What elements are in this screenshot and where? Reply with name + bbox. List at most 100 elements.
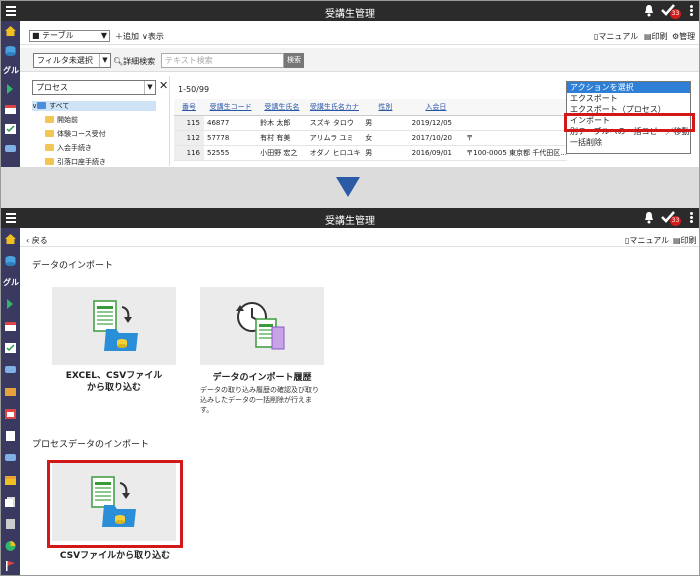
col-header-join-date[interactable]: 入会日	[408, 99, 464, 116]
cell: 男	[362, 145, 409, 161]
cell: 〒100-0005 東京都 千代田区...	[463, 145, 567, 161]
print-button[interactable]: ▤印刷	[673, 235, 697, 246]
manual-button[interactable]: ▯マニュアル	[594, 31, 638, 42]
app-title: 受講生管理	[325, 216, 375, 227]
csv-import-highlight-box	[47, 460, 183, 548]
cell: スズキ タロウ	[306, 115, 363, 131]
view-select-value: ■ テーブル	[32, 31, 74, 40]
printer-icon: ▤	[644, 32, 652, 41]
cell: 鈴木 太郎	[257, 115, 307, 131]
database-icon[interactable]	[4, 45, 17, 57]
manual-label: マニュアル	[598, 32, 639, 41]
cell: 52555	[204, 145, 258, 161]
detail-search-button[interactable]: 🔍︎詳細検索	[113, 56, 155, 67]
pie-chart-icon[interactable]	[4, 540, 17, 552]
chevron-down-icon: ▼	[99, 54, 110, 67]
calendar-icon[interactable]	[4, 320, 17, 332]
csv-process-import-title[interactable]: CSVファイルから取り込む	[47, 548, 183, 561]
home-icon[interactable]	[4, 233, 17, 245]
admin-button[interactable]: ⚙管理	[672, 31, 695, 42]
tree-item[interactable]: 引落口座手続き	[45, 157, 106, 167]
cell: 46877	[204, 115, 258, 131]
filter-row: フィルタ未選択 ▼ 🔍︎詳細検索 テキスト検索 検索	[20, 48, 699, 72]
cell: 女	[362, 130, 409, 146]
add-button[interactable]: ＋追加	[115, 31, 139, 42]
col-header-name[interactable]: 受講生氏名	[257, 99, 307, 116]
folder-icon	[45, 116, 54, 123]
tree-item-all[interactable]: ∨ すべて	[32, 101, 156, 111]
gift-icon[interactable]	[4, 474, 17, 486]
detail-search-label: 詳細検索	[123, 57, 156, 66]
top-titlebar: 受講生管理 33	[1, 1, 699, 21]
database-icon[interactable]	[4, 255, 17, 267]
col-header-number[interactable]: 番号	[174, 99, 204, 116]
todo-check-icon[interactable]: 33	[661, 3, 681, 19]
tree-item[interactable]: 入会手続き	[45, 143, 92, 153]
table-row[interactable]: 115 46877 鈴木 太郎 スズキ タロウ 男 2019/12/05	[174, 115, 567, 131]
bell-icon[interactable]	[643, 211, 655, 224]
calendar-icon[interactable]	[4, 103, 17, 115]
cell: 115	[174, 115, 204, 131]
cell: オダノ ヒロユキ	[306, 145, 363, 161]
nav-group-label[interactable]: グル	[3, 277, 19, 288]
col-header-gender[interactable]: 性別	[362, 99, 409, 116]
text-search-input[interactable]: テキスト検索	[161, 53, 284, 68]
view-select[interactable]: ■ テーブル ▼	[29, 30, 110, 42]
print-label: 印刷	[680, 236, 697, 245]
comment-icon[interactable]	[4, 452, 17, 464]
kebab-menu-icon[interactable]	[690, 212, 693, 224]
back-button[interactable]: ‹ 戻る	[26, 235, 48, 246]
chat-icon[interactable]	[4, 143, 17, 155]
table-row[interactable]: 116 52555 小田野 宏之 オダノ ヒロユキ 男 2016/09/01 〒…	[174, 145, 567, 161]
add-label: 追加	[123, 32, 139, 41]
action-menu-item-bulk-delete[interactable]: 一括削除	[567, 137, 690, 148]
todo-check-icon[interactable]: 33	[661, 210, 681, 226]
chat-icon[interactable]	[4, 364, 17, 376]
plus-icon: ＋	[115, 32, 123, 41]
import-history-title[interactable]: データのインポート履歴	[200, 370, 324, 383]
students-table: 番号 受講生コード 受講生氏名 受講生氏名カナ 性別 入会日 115 46877…	[174, 99, 567, 161]
tree-item[interactable]: 開始前	[45, 115, 78, 125]
cell	[463, 115, 567, 131]
back-label: 戻る	[31, 236, 48, 245]
files-icon[interactable]	[4, 496, 17, 508]
admin-label: 管理	[679, 32, 696, 41]
chevron-right-icon[interactable]	[4, 298, 17, 310]
import-history-card[interactable]	[200, 287, 324, 365]
excel-title-line: EXCEL、CSVファイル	[65, 371, 163, 381]
checklist-icon[interactable]	[4, 123, 17, 135]
pager-text: 1-50/99	[178, 85, 210, 94]
display-label: 表示	[147, 32, 164, 41]
tree-item[interactable]: 体験コース受付	[45, 129, 106, 139]
action-menu-item-select[interactable]: アクションを選択	[567, 82, 690, 93]
import-history-description: データの取り込み履歴の確認及び取り 込みしたデータの一括削除が行えま す。	[200, 385, 330, 415]
action-menu-item-export[interactable]: エクスポート	[567, 93, 690, 104]
display-button[interactable]: ∨表示	[142, 31, 164, 42]
nav-group-label[interactable]: グル	[3, 65, 19, 76]
flag-icon[interactable]	[4, 560, 17, 572]
chevron-down-icon: ▼	[100, 31, 107, 40]
col-header-extra[interactable]	[463, 99, 567, 116]
mail-icon[interactable]	[4, 386, 17, 398]
home-icon[interactable]	[4, 25, 17, 37]
tree-item-label: 体験コース受付	[57, 130, 106, 138]
filter-select[interactable]: フィルタ未選択 ▼	[33, 53, 111, 68]
bell-icon[interactable]	[643, 4, 655, 17]
spreadsheet-folder-icon	[93, 300, 138, 351]
excel-csv-import-title[interactable]: EXCEL、CSVファイル から取り込む	[52, 370, 176, 394]
calendar-red-icon[interactable]	[4, 408, 17, 420]
report-icon[interactable]	[4, 518, 17, 530]
excel-csv-import-card[interactable]	[52, 287, 176, 365]
checklist-icon[interactable]	[4, 342, 17, 354]
table-row[interactable]: 112 57778 有村 有美 アリムラ ユミ 女 2017/10/20 〒	[174, 130, 567, 146]
print-button[interactable]: ▤印刷	[644, 31, 668, 42]
col-header-code[interactable]: 受講生コード	[204, 99, 258, 116]
history-clock-icon	[236, 302, 285, 350]
manual-button[interactable]: ▯マニュアル	[625, 235, 669, 246]
search-button[interactable]: 検索	[284, 53, 304, 68]
col-header-kana[interactable]: 受講生氏名カナ	[306, 99, 363, 116]
chevron-right-icon[interactable]	[4, 83, 17, 95]
cell: 2017/10/20	[408, 130, 464, 146]
document-icon[interactable]	[4, 430, 17, 442]
kebab-menu-icon[interactable]	[690, 5, 693, 17]
